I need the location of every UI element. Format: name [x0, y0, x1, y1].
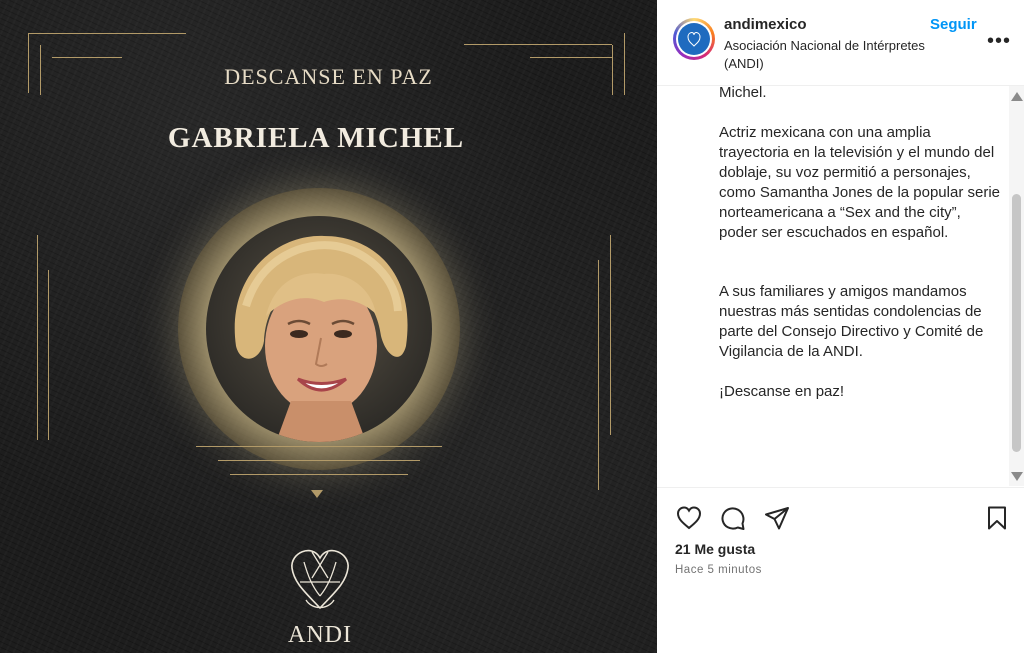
- post-timestamp[interactable]: Hace 5 minutos: [675, 564, 762, 576]
- divider-line: [218, 460, 420, 461]
- follow-button[interactable]: Seguir: [930, 16, 977, 33]
- divider-line: [196, 446, 442, 447]
- portrait-photo: [206, 216, 432, 442]
- andi-logo-avatar-icon: [678, 23, 710, 55]
- frame-line: [598, 260, 599, 490]
- frame-line: [610, 235, 611, 435]
- username-link[interactable]: andimexico: [724, 16, 807, 33]
- caption-fragment: Michel.: [719, 86, 767, 101]
- divider-line: [230, 474, 408, 475]
- caption-paragraph: ¡Descanse en paz!: [719, 383, 845, 400]
- frame-line: [52, 57, 122, 58]
- post-side-panel: andimexico Asociación Nacional de Intérp…: [657, 0, 1024, 653]
- caption: Michel. Actriz mexicana con una amplia t…: [719, 86, 1001, 486]
- account-subtitle: Asociación Nacional de Intérpretes (ANDI…: [724, 38, 925, 71]
- andi-logo-icon: [291, 549, 349, 610]
- share-icon[interactable]: [763, 504, 791, 532]
- more-options-icon[interactable]: •••: [987, 30, 1011, 53]
- avatar[interactable]: [676, 21, 712, 57]
- bookmark-icon[interactable]: [983, 504, 1011, 532]
- frame-line: [48, 270, 49, 440]
- post-media[interactable]: DESCANSE EN PAZ GABRIELA MICHEL ANDI: [0, 0, 657, 653]
- logo-text: ANDI: [288, 622, 352, 648]
- person-name: GABRIELA MICHEL: [167, 122, 465, 154]
- frame-line: [37, 235, 38, 440]
- scrollbar-thumb[interactable]: [1012, 194, 1021, 452]
- scroll-up-arrow-icon[interactable]: [1011, 92, 1023, 101]
- caption-paragraph: A sus familiares y amigos mandamos nuest…: [719, 283, 984, 360]
- frame-line: [28, 33, 186, 34]
- frame-line: [464, 44, 612, 45]
- post-header: andimexico Asociación Nacional de Intérp…: [657, 0, 1024, 86]
- likes-count[interactable]: 21 Me gusta: [675, 541, 755, 557]
- heart-icon[interactable]: [675, 504, 703, 532]
- triangle-ornament: [311, 490, 323, 498]
- rip-heading: DESCANSE EN PAZ: [224, 64, 433, 89]
- caption-paragraph: Actriz mexicana con una amplia trayector…: [719, 124, 1001, 241]
- scroll-down-arrow-icon[interactable]: [1011, 472, 1023, 481]
- comment-icon[interactable]: [719, 504, 747, 532]
- frame-line: [530, 57, 612, 58]
- post-actions: 21 Me gusta Hace 5 minutos: [657, 487, 1024, 653]
